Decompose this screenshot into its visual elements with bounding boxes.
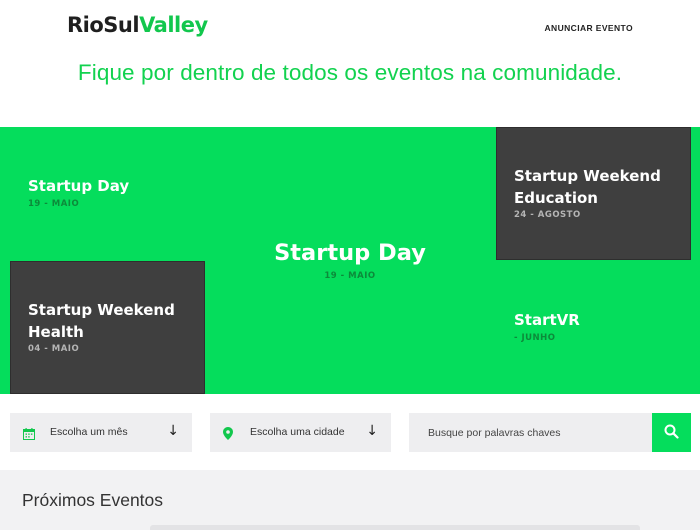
event-tile-title-line2: Health	[28, 323, 84, 341]
city-select-label: Escolha uma cidade	[250, 426, 345, 438]
event-tile-startup-weekend-health[interactable]: Startup Weekend Health 04 - MAIO	[10, 261, 205, 394]
logo-part-rio-sul: RioSul	[67, 13, 140, 37]
event-tile-title: Startup Day	[28, 177, 130, 195]
event-card-top-edge	[150, 525, 640, 530]
header: RioSulValley ANUNCIAR EVENTO	[0, 0, 700, 56]
tagline: Fique por dentro de todos os eventos na …	[77, 60, 623, 85]
event-tile-title-line2: Education	[514, 189, 598, 207]
city-select[interactable]: Escolha uma cidade ↓	[210, 413, 391, 452]
month-select-label: Escolha um mês	[50, 426, 128, 438]
upcoming-events-title: Próximos Eventos	[22, 490, 164, 510]
month-select[interactable]: Escolha um mês ↓	[10, 413, 192, 452]
event-tile-date: - JUNHO	[514, 333, 556, 343]
events-hero: Startup Day 19 - MAIO Startup Weekend Ed…	[0, 127, 700, 394]
event-tile-title-line1: Startup Weekend	[28, 301, 175, 319]
logo[interactable]: RioSulValley	[67, 13, 208, 37]
upcoming-events-section: Próximos Eventos	[0, 470, 700, 530]
featured-event-title: Startup Day	[274, 240, 426, 266]
arrow-down-icon: ↓	[167, 423, 179, 439]
event-tile-title-line1: Startup Weekend	[514, 167, 661, 185]
event-tile-startvr[interactable]: StartVR - JUNHO	[496, 261, 700, 394]
event-tile-title: Startup Weekend Education	[514, 165, 661, 209]
calendar-icon	[23, 425, 35, 444]
event-tile-date: 19 - MAIO	[28, 199, 80, 209]
event-tile-date: 24 - AGOSTO	[514, 210, 581, 220]
keyword-search-input[interactable]	[409, 413, 652, 452]
event-tile-startup-weekend-education[interactable]: Startup Weekend Education 24 - AGOSTO	[496, 127, 691, 260]
event-tile-startup-day[interactable]: Startup Day 19 - MAIO	[0, 127, 205, 260]
logo-part-valley: Valley	[139, 13, 208, 37]
featured-event-date: 19 - MAIO	[324, 271, 376, 281]
event-tile-date: 04 - MAIO	[28, 344, 80, 354]
search-button[interactable]	[652, 413, 691, 452]
search-icon	[664, 424, 679, 442]
arrow-down-icon: ↓	[366, 423, 378, 439]
event-tile-title: Startup Weekend Health	[28, 299, 175, 343]
event-tile-title: StartVR	[514, 311, 580, 329]
announce-event-link[interactable]: ANUNCIAR EVENTO	[545, 23, 634, 33]
map-pin-icon	[223, 425, 233, 444]
